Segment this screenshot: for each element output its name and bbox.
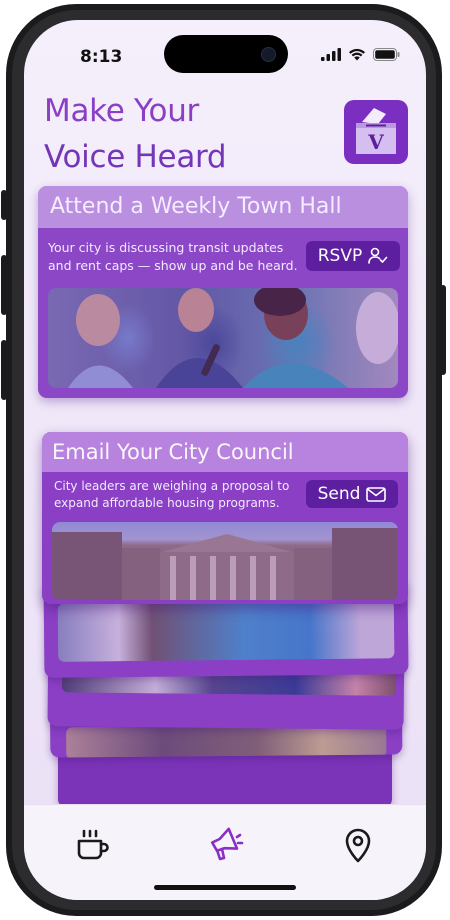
user-check-icon [368, 247, 388, 264]
page-title: Make Your Voice Heard [44, 88, 284, 180]
app-screen: 8:13 Make Your Voice Heard V Attend a We… [24, 20, 426, 900]
logo-letter: V [367, 130, 384, 154]
status-time: 8:13 [80, 47, 123, 67]
card-description: City leaders are weighing a proposal to … [54, 479, 290, 510]
page-title-line-2: Voice Heard [44, 139, 227, 175]
town-hall-photo [48, 288, 398, 388]
dynamic-island [164, 35, 288, 73]
tab-bar [24, 804, 426, 900]
email-council-card[interactable]: Email Your City Council City leaders are… [42, 432, 408, 604]
photo-tint [57, 600, 395, 662]
photo-tint [66, 724, 387, 758]
wifi-icon [349, 48, 365, 61]
tab-megaphone[interactable] [205, 825, 245, 865]
send-button-label: Send [317, 484, 361, 504]
tab-coffee[interactable] [72, 825, 112, 865]
photo-tint [48, 288, 398, 388]
card-description: Your city is discussing transit updates … [48, 240, 298, 273]
town-hall-card[interactable]: Attend a Weekly Town Hall Your city is d… [38, 186, 408, 398]
power-button [440, 285, 446, 375]
silent-switch [1, 190, 7, 220]
card-title: Email Your City Council [42, 432, 408, 472]
location-pin-icon [345, 828, 371, 863]
send-button[interactable]: Send [306, 480, 398, 508]
megaphone-icon [210, 827, 244, 861]
photo-tint [52, 522, 398, 600]
ballot-box-icon: V [356, 108, 396, 154]
battery-icon [373, 48, 400, 61]
mail-icon [366, 486, 387, 502]
signal-icon [321, 48, 341, 61]
status-icons [321, 48, 400, 61]
coffee-cup-icon [77, 829, 109, 860]
volume-up-button [1, 255, 7, 315]
city-hall-photo [52, 522, 398, 600]
rsvp-button[interactable]: RSVP [306, 241, 400, 271]
volunteers-photo [57, 600, 395, 662]
rsvp-button-label: RSVP [317, 246, 363, 266]
tab-location[interactable] [338, 825, 378, 865]
home-indicator [154, 885, 296, 890]
volume-down-button [1, 340, 7, 400]
page-title-line-1: Make Your [44, 93, 199, 129]
camera-icon [261, 47, 276, 62]
ballot-box-logo[interactable]: V [344, 100, 408, 164]
card-title: Attend a Weekly Town Hall [38, 186, 408, 228]
volunteer-crowd-photo [66, 724, 387, 758]
